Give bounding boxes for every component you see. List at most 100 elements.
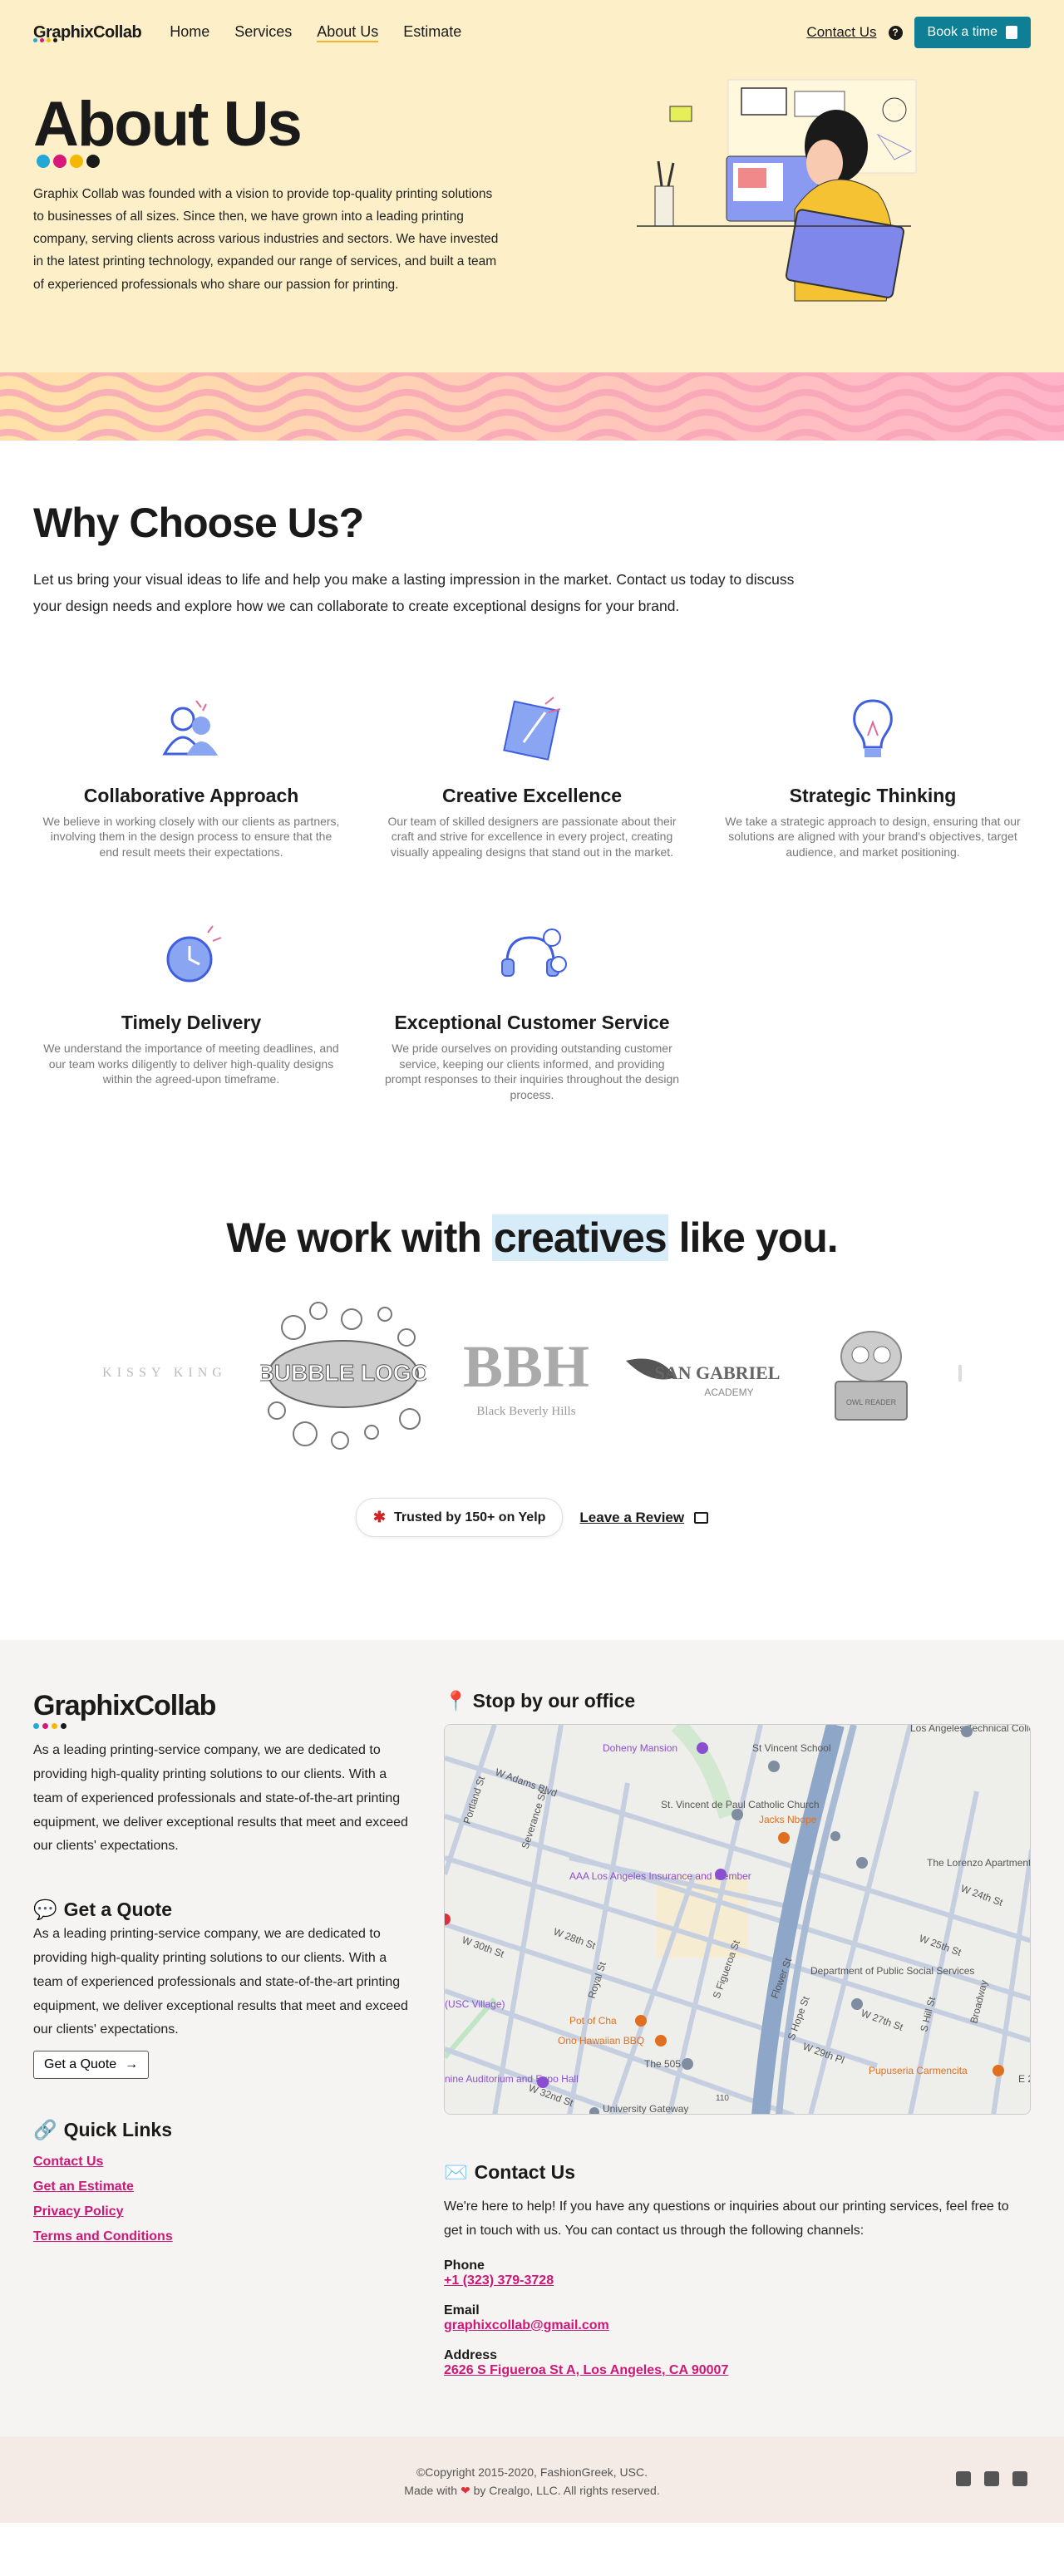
client-logo-bbh: BBH Black Beverly Hills <box>463 1333 589 1418</box>
nav-services[interactable]: Services <box>234 23 292 42</box>
feature-text: We understand the importance of meeting … <box>43 1042 339 1086</box>
hero-description: Graphix Collab was founded with a vision… <box>33 187 499 292</box>
footer-left-column: GraphixCollab As a leading printing-serv… <box>33 1690 411 2378</box>
feature-card: Exceptional Customer Service We pride ou… <box>374 916 690 1102</box>
page-title: About Us <box>33 89 303 160</box>
address-block: Address 2626 S Figueroa St A, Los Angele… <box>444 2348 1031 2378</box>
contact-heading: ✉️ Contact Us <box>444 2161 1031 2184</box>
bbh-logo-letters: BBH <box>463 1333 589 1400</box>
feature-text: Our team of skilled designers are passio… <box>387 815 677 859</box>
address-link[interactable]: 2626 S Figueroa St A, Los Angeles, CA 90… <box>444 2363 728 2377</box>
designer-illustration <box>637 79 917 302</box>
map-label: Pot of Cha <box>569 2015 617 2027</box>
feature-title: Collaborative Approach <box>83 785 299 806</box>
pin-icon: 📍 <box>444 1690 468 1712</box>
yelp-badge[interactable]: ✱ Trusted by 150+ on Yelp <box>355 1498 564 1538</box>
bubble-logo-text: BUBBLE LOGO <box>260 1360 426 1386</box>
email-link[interactable]: graphixcollab@gmail.com <box>444 2318 609 2332</box>
client-logos-row: KISSY KING BUBBLE LOGO BBH Black Beverly… <box>33 1290 1031 1456</box>
office-map[interactable]: Doheny Mansion St Vincent School Los Ang… <box>444 1724 1031 2115</box>
quick-links-list: Contact Us Get an Estimate Privacy Polic… <box>33 2155 411 2244</box>
feature-title: Exceptional Customer Service <box>394 1012 670 1034</box>
made-with-text: Made with ❤ by Crealgo, LLC. All rights … <box>0 2481 1064 2500</box>
quick-link-terms[interactable]: Terms and Conditions <box>33 2229 411 2244</box>
map-label: Jacks Nbope <box>759 1814 817 1825</box>
twitter-icon[interactable] <box>984 2470 999 2486</box>
feature-card: Strategic Thinking We take a strategic a… <box>715 689 1031 859</box>
footer-logo-dots <box>33 1723 66 1730</box>
contact-title: Contact Us <box>474 2161 576 2184</box>
quick-link-estimate[interactable]: Get an Estimate <box>33 2180 411 2194</box>
facebook-icon[interactable] <box>956 2470 971 2486</box>
client-logo-kissy-king: KISSY KING <box>102 1366 227 1381</box>
help-icon[interactable]: ? <box>888 25 903 40</box>
nav-estimate[interactable]: Estimate <box>403 23 461 42</box>
quick-links-heading: 🔗 Quick Links <box>33 2119 411 2141</box>
map-canvas[interactable]: Doheny Mansion St Vincent School Los Ang… <box>445 1725 1031 2115</box>
leave-review-link[interactable]: Leave a Review <box>579 1498 709 1537</box>
get-quote-button-label: Get a Quote <box>44 2057 117 2072</box>
feature-card: Collaborative Approach We believe in wor… <box>33 689 349 859</box>
map-label: (USC Village) <box>445 1998 505 2010</box>
office-title: Stop by our office <box>472 1690 636 1712</box>
quick-link-contact[interactable]: Contact Us <box>33 2155 411 2170</box>
instagram-icon[interactable] <box>1012 2470 1027 2486</box>
decorative-wave-band <box>0 372 1064 441</box>
lightbulb-icon <box>853 699 893 757</box>
office-heading: 📍 Stop by our office <box>444 1690 1031 1712</box>
feature-title: Strategic Thinking <box>789 785 957 806</box>
feature-text: We pride ourselves on providing outstand… <box>384 1042 680 1101</box>
calendar-icon <box>1006 26 1017 39</box>
client-logo-owl: OWL READER <box>834 1331 908 1421</box>
chat-icon <box>694 1511 709 1524</box>
design-card-icon <box>503 697 561 761</box>
map-label: Doheny Mansion <box>603 1742 677 1754</box>
map-label: The 505 <box>644 2058 681 2070</box>
feature-text: We take a strategic approach to design, … <box>725 815 1021 859</box>
get-quote-heading: 💬 Get a Quote <box>33 1899 411 1921</box>
map-label: Pupuseria Carmencita <box>869 2065 968 2076</box>
quick-link-privacy[interactable]: Privacy Policy <box>33 2204 411 2219</box>
footer-logo[interactable]: GraphixCollab <box>33 1690 216 1730</box>
nav-about-us[interactable]: About Us <box>317 23 379 42</box>
made-with-suffix: by Crealgo, LLC. All rights reserved. <box>473 2484 660 2498</box>
bbh-logo-caption: Black Beverly Hills <box>476 1405 575 1418</box>
features-grid: Collaborative Approach We believe in wor… <box>33 689 1031 1102</box>
leave-review-label: Leave a Review <box>579 1509 685 1525</box>
map-label: Department of Public Social Services <box>810 1965 974 1977</box>
book-time-button[interactable]: Book a time <box>914 17 1031 48</box>
creatives-title: We work with creatives like you. <box>33 1214 1031 1262</box>
owl-logo-text: OWL READER <box>846 1398 897 1406</box>
why-intro: Let us bring your visual ideas to life a… <box>33 571 795 614</box>
headset-icon <box>501 928 567 978</box>
contact-intro: We're here to help! If you have any ques… <box>444 2199 1009 2239</box>
yelp-badge-label: Trusted by 150+ on Yelp <box>393 1510 546 1524</box>
feature-title: Creative Excellence <box>441 785 623 806</box>
why-title: Why Choose Us? <box>33 500 364 546</box>
map-label: St. Vincent de Paul Catholic Church <box>661 1799 820 1810</box>
nav-contact-link[interactable]: Contact Us <box>806 24 876 41</box>
title-dots <box>37 155 100 168</box>
map-label: nine Auditorium and Expo Hall <box>445 2073 579 2085</box>
yelp-icon: ✱ <box>372 1509 386 1526</box>
phone-link[interactable]: +1 (323) 379-3728 <box>444 2273 554 2288</box>
book-time-label: Book a time <box>927 25 998 39</box>
footer-about: As a leading printing-service company, w… <box>33 1743 408 1854</box>
creatives-title-end: like you. <box>667 1214 839 1262</box>
social-links <box>956 2470 1027 2486</box>
footer: GraphixCollab As a leading printing-serv… <box>0 1640 1064 2436</box>
envelope-icon: ✉️ <box>444 2161 468 2184</box>
copyright-text: ©Copyright 2015-2020, FashionGreek, USC. <box>416 2465 648 2479</box>
arrow-right-icon: → <box>125 2057 139 2072</box>
get-quote-button[interactable]: Get a Quote → <box>33 2051 150 2080</box>
feature-card: Creative Excellence Our team of skilled … <box>374 689 690 859</box>
client-logo-bubbles: BUBBLE LOGO <box>260 1302 426 1451</box>
hero-section: GraphixCollab Home Services About Us Est… <box>0 0 1064 372</box>
footer-logo-text: GraphixCollab <box>33 1690 216 1722</box>
san-gabriel-logo-text: SAN GABRIEL <box>654 1362 780 1383</box>
nav-links: Home Services About Us Estimate <box>170 23 461 42</box>
phone-label: Phone <box>444 2258 485 2273</box>
footer-right-column: 📍 Stop by our office Doheny Mansion St V… <box>444 1690 1031 2378</box>
nav-home[interactable]: Home <box>170 23 209 42</box>
people-icon <box>162 700 218 756</box>
